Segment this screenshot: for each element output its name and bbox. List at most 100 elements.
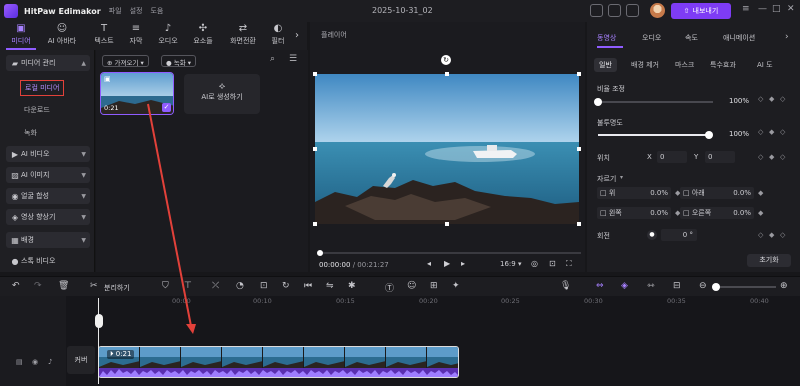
resize-handle[interactable]	[445, 222, 449, 226]
effects-icon[interactable]: ✱	[348, 281, 356, 291]
keyframe-nav-icon[interactable]: ◇	[780, 95, 785, 103]
next-frame-icon[interactable]: ▸	[461, 259, 465, 268]
resize-handle[interactable]	[313, 222, 317, 226]
snapshot-icon[interactable]: ◎	[531, 259, 538, 268]
zoom-out-icon[interactable]: ⊖	[699, 281, 707, 291]
resize-handle[interactable]	[313, 147, 317, 151]
track-mute-icon[interactable]: ♪	[48, 358, 52, 366]
text-tool-icon[interactable]: Ⓣ	[385, 281, 394, 294]
screen-icon[interactable]	[590, 4, 603, 17]
shield-icon[interactable]: ⛉	[162, 281, 169, 291]
track-lock-icon[interactable]: ▤	[16, 358, 23, 366]
subtab-effects[interactable]: 특수효과	[705, 58, 741, 72]
reset-button[interactable]: 초기화	[747, 254, 791, 267]
timeline[interactable]: ▤ ◉ ♪ 커버 00:00 00:10 00:15 00:20 00:25 0…	[0, 296, 800, 386]
add-keyframe-icon[interactable]: ◆	[769, 153, 774, 161]
avatar[interactable]	[650, 3, 665, 18]
link-icon[interactable]: ⇔	[596, 281, 604, 291]
opacity-value[interactable]: 100%	[717, 129, 753, 140]
add-keyframe-icon[interactable]: ◆	[769, 128, 774, 136]
scale-value[interactable]: 100%	[717, 96, 753, 107]
tab-animation[interactable]: 애니메이션	[723, 33, 755, 43]
keyframe-icon[interactable]: ◇	[758, 231, 763, 239]
resize-handle[interactable]	[313, 72, 317, 76]
tab-media[interactable]: ▣ 미디어	[4, 22, 38, 50]
tab-audio-props[interactable]: 오디오	[642, 33, 661, 43]
keyframe-nav-icon[interactable]: ◇	[780, 231, 785, 239]
keyframe-icon[interactable]: ◆	[758, 189, 763, 197]
undo-icon[interactable]: ↶	[12, 281, 20, 291]
progress-knob[interactable]	[317, 250, 323, 256]
list-view-icon[interactable]: ☰	[289, 54, 297, 64]
speed-icon[interactable]: ◔	[236, 281, 244, 291]
scissors-icon[interactable]: ✂	[90, 281, 98, 291]
sidebar-item-ai-image[interactable]: ▨ AI 이미지 ▼	[6, 167, 90, 183]
tab-elements[interactable]: ✣ 요소들	[188, 22, 218, 50]
tab-transitions[interactable]: ⇄ 화면전환	[224, 22, 262, 50]
sidebar-item-ai-video[interactable]: ▶ AI 비디오 ▼	[6, 146, 90, 162]
video-preview[interactable]	[315, 74, 579, 224]
crop-icon[interactable]: ⊡	[549, 259, 556, 268]
resize-handle[interactable]	[445, 72, 449, 76]
crop-bottom-field[interactable]: □ 아래 0.0%	[680, 187, 754, 199]
position-y-input[interactable]: 0	[705, 151, 735, 163]
close-icon[interactable]: ✕	[787, 4, 795, 14]
sidebar-item-stock-video[interactable]: ● 스톡 비디오	[6, 253, 90, 269]
sidebar-item-local-media[interactable]: 로컬 미디어	[20, 80, 65, 96]
split-label[interactable]: 분리하기	[104, 283, 130, 293]
menu-file[interactable]: 파일	[109, 6, 122, 16]
sidebar-item-download[interactable]: 다운로드	[24, 105, 50, 115]
aspect-ratio-dropdown[interactable]: 16:9 ▾	[500, 260, 521, 268]
chevron-right-icon[interactable]: ›	[295, 30, 299, 41]
resize-handle[interactable]	[577, 72, 581, 76]
export-button[interactable]: ⇧ 내보내기	[671, 3, 731, 19]
rotate-tool-icon[interactable]: ↻	[282, 281, 290, 291]
zoom-fit-icon[interactable]: ⊟	[673, 281, 681, 291]
subtab-remove-bg[interactable]: 배경 제거	[626, 58, 664, 72]
keyframe-nav-icon[interactable]: ◇	[780, 128, 785, 136]
tab-text[interactable]: T 텍스트	[88, 22, 120, 50]
tab-audio[interactable]: ♪ 오디오	[154, 22, 182, 50]
subtab-general[interactable]: 일반	[594, 58, 617, 72]
menu-help[interactable]: 도움	[150, 6, 163, 16]
crop-tool-icon[interactable]: ⊡	[260, 281, 268, 291]
crop-right-field[interactable]: □ 오른쪽 0.0%	[680, 207, 754, 219]
mirror-icon[interactable]: ⇋	[326, 281, 334, 291]
microphone-icon[interactable]: 🎙	[560, 281, 571, 291]
keyframe-nav-icon[interactable]: ◇	[780, 153, 785, 161]
record-dropdown[interactable]: ● 녹화 ▾	[161, 55, 197, 67]
rotate-handle-icon[interactable]: ↻	[441, 55, 451, 65]
sidebar-section-media-management[interactable]: ▰ 미디어 관리 ▲	[6, 55, 90, 71]
media-thumbnail[interactable]: ▣ 0:21 ✓	[100, 72, 174, 115]
scale-slider[interactable]	[594, 98, 713, 106]
gear-icon[interactable]	[608, 4, 621, 17]
add-keyframe-icon[interactable]: ◆	[769, 231, 774, 239]
scan-icon[interactable]: ⊞	[430, 281, 438, 291]
tab-subtitles[interactable]: ≡ 자막	[124, 22, 148, 50]
subtab-mask[interactable]: 마스크	[670, 58, 699, 72]
fit-icon[interactable]: ⇿	[647, 281, 655, 291]
tab-speed[interactable]: 속도	[685, 33, 698, 43]
resize-handle[interactable]	[577, 147, 581, 151]
delete-icon[interactable]: 🗑	[58, 281, 69, 291]
menu-settings[interactable]: 설정	[130, 6, 143, 16]
rotation-dial-icon[interactable]: ●	[647, 230, 657, 240]
playhead-handle[interactable]	[95, 314, 103, 328]
previous-frame-icon[interactable]: ◂	[427, 259, 431, 268]
zoom-in-icon[interactable]: ⊕	[780, 281, 788, 291]
redo-icon[interactable]: ↷	[34, 281, 42, 291]
minimize-icon[interactable]: —	[758, 4, 767, 14]
maximize-icon[interactable]: □	[772, 4, 781, 14]
position-x-input[interactable]: 0	[657, 151, 687, 163]
chevron-right-icon[interactable]: ›	[785, 32, 789, 42]
video-clip[interactable]: ⏵ 0:21	[98, 346, 459, 378]
rotation-input[interactable]: 0 °	[661, 229, 697, 241]
lock-icon[interactable]	[626, 4, 639, 17]
magnet-icon[interactable]: ◈	[621, 281, 628, 291]
fullscreen-icon[interactable]: ⛶	[566, 259, 572, 269]
face-tool-icon[interactable]: ☺	[407, 281, 416, 291]
tab-ai-avatar[interactable]: ☺ AI 아바타	[42, 22, 82, 50]
tab-video[interactable]: 동영상	[597, 33, 616, 43]
resize-handle[interactable]	[577, 222, 581, 226]
import-dropdown[interactable]: ⊕ 가져오기 ▾	[102, 55, 149, 67]
